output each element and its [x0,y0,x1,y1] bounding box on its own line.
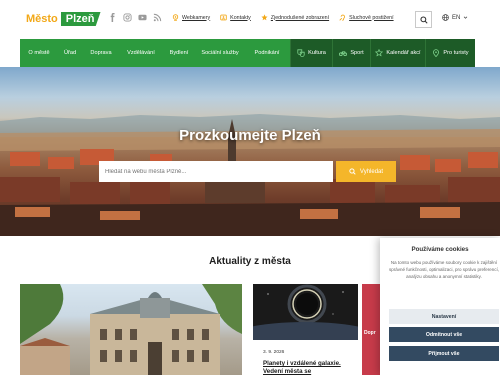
nav-item-doprava[interactable]: Doprava [82,39,120,67]
contacts-link[interactable]: Kontakty [220,14,251,21]
language-switcher[interactable]: EN [442,14,468,21]
nav-item-urad[interactable]: Úřad [58,39,82,67]
news-card-image-building[interactable] [20,284,242,375]
nav-label-kalendar-akci: Kalendář akcí [386,49,421,56]
contacts-icon [220,14,227,21]
nav-label-sport: Sport [350,49,364,56]
site-logo[interactable]: Město Plzeň [26,10,101,28]
bicycle-icon [339,51,348,57]
webcams-label: Webkamery [182,14,211,21]
nav-item-pro-turisty[interactable]: Pro turisty [425,39,475,67]
nav-item-kalendar-akci[interactable]: Kalendář akcí [370,39,425,67]
news-card-image-space[interactable] [253,284,358,340]
news-card-date: 3. 9. 2026 [263,350,285,355]
cookie-settings-button[interactable]: Nastavení [389,309,499,324]
contacts-label: Kontakty [230,14,251,21]
top-header: Město Plzeň Webkamery Kontakty Zjednoduš… [0,0,500,39]
cookie-title: Používáme cookies [411,246,469,253]
planet-eclipse-image [253,284,358,340]
location-pin-icon [433,49,440,57]
nav-item-o-meste[interactable]: O městě [20,39,58,67]
globe-icon [442,14,449,21]
chevron-down-icon [464,16,468,19]
secondary-nav: Kultura Sport Kalendář akcí Pro turisty [290,39,475,67]
social-links [108,13,162,22]
logo-text-plzen: Plzeň [60,12,101,26]
nav-item-podnikani[interactable]: Podnikání [244,39,290,67]
hero-banner: Prozkoumejte Plzeň Vyhledat [0,67,500,236]
language-label: EN [452,14,461,21]
nav-item-vzdelavani[interactable]: Vzdělávání [120,39,162,67]
nav-label-kultura: Kultura [308,49,326,56]
main-navigation: O městě Úřad Doprava Vzdělávání Bydlení … [20,39,475,67]
nav-label-pro-turisty: Pro turisty [443,49,469,56]
nav-item-sport[interactable]: Sport [332,39,370,67]
simplified-view-link[interactable]: Zjednodušené zobrazení [261,14,329,21]
news-card-red-text: Dopr [364,330,376,336]
nav-item-bydleni[interactable]: Bydlení [162,39,196,67]
hearing-impaired-label: Sluchově postižení [349,14,394,21]
university-building-image [20,284,242,375]
instagram-icon[interactable] [123,13,132,22]
hearing-icon [339,14,346,21]
simplified-view-label: Zjednodušené zobrazení [270,14,330,21]
facebook-icon[interactable] [108,13,117,22]
search-icon [349,168,356,175]
cookie-accept-all-button[interactable]: Přijmout vše [389,346,499,361]
nav-item-socialni-sluzby[interactable]: Sociální služby [196,39,244,67]
youtube-icon[interactable] [138,13,147,22]
logo-text-mesto: Město [26,13,58,25]
utility-links: Webkamery Kontakty Zjednodušené zobrazen… [172,14,394,21]
theater-icon [297,49,305,57]
star-icon [261,14,268,21]
hero-search-input[interactable] [99,161,333,182]
cookie-description: Na tomto webu používáme soubory cookie k… [388,260,500,279]
rss-icon[interactable] [153,13,162,22]
hero-title: Prozkoumejte Plzeň [179,127,321,144]
hero-search-button[interactable]: Vyhledat [336,161,396,182]
hero-search-button-label: Vyhledat [359,168,384,175]
hearing-impaired-link[interactable]: Sluchově postižení [339,14,394,21]
header-search-button[interactable] [415,11,432,28]
primary-nav: O městě Úřad Doprava Vzdělávání Bydlení … [20,39,290,67]
webcams-link[interactable]: Webkamery [172,14,210,21]
search-icon [419,15,428,24]
nav-item-kultura[interactable]: Kultura [290,39,332,67]
calendar-star-icon [375,49,384,57]
cookie-reject-all-button[interactable]: Odmítnout vše [389,327,499,342]
cookie-consent-panel: Používáme cookies Na tomto webu používám… [380,238,500,375]
news-card-title[interactable]: Planety i vzdálené galaxie. Vedení města… [263,360,358,375]
webcam-icon [172,14,179,21]
